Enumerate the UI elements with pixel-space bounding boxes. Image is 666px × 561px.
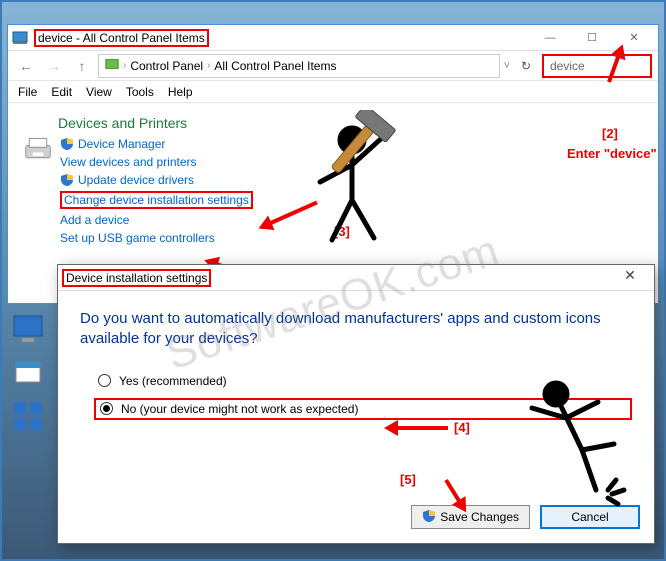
navigation-bar: ← → ↑ › Control Panel › All Control Pane… <box>8 51 658 81</box>
dialog-title: Device installation settings <box>62 269 211 287</box>
chevron-right-icon: › <box>207 60 210 71</box>
shield-icon <box>422 509 436 526</box>
menu-edit[interactable]: Edit <box>51 85 72 99</box>
dialog-titlebar: Device installation settings ✕ <box>58 265 654 291</box>
close-button[interactable]: ✕ <box>610 267 650 289</box>
search-value: device <box>550 59 585 73</box>
desktop-icon[interactable] <box>12 312 44 344</box>
link-label: Update device drivers <box>78 173 194 187</box>
chevron-right-icon: › <box>123 60 126 71</box>
explorer-body: Devices and Printers Device Manager View… <box>8 103 658 257</box>
link-label: Set up USB game controllers <box>60 231 215 245</box>
link-device-manager[interactable]: Device Manager <box>60 135 648 153</box>
cancel-button[interactable]: Cancel <box>540 505 640 529</box>
desktop-icon[interactable] <box>12 356 44 388</box>
radio-icon <box>98 374 111 387</box>
link-label: Add a device <box>60 213 129 227</box>
control-panel-window: device - All Control Panel Items — ☐ ✕ ←… <box>7 24 659 304</box>
link-change-install-settings[interactable]: Change device installation settings <box>60 189 648 211</box>
menu-view[interactable]: View <box>86 85 112 99</box>
breadcrumb[interactable]: › Control Panel › All Control Panel Item… <box>98 54 500 78</box>
radio-icon <box>100 402 113 415</box>
radio-label: Yes (recommended) <box>119 374 227 388</box>
desktop-icon[interactable] <box>12 400 44 432</box>
radio-no[interactable]: No (your device might not work as expect… <box>94 398 632 420</box>
breadcrumb-icon <box>105 57 119 74</box>
up-button[interactable]: ↑ <box>70 54 94 78</box>
button-label: Cancel <box>571 510 608 524</box>
back-button[interactable]: ← <box>14 54 38 78</box>
menu-tools[interactable]: Tools <box>126 85 154 99</box>
search-input[interactable]: device <box>542 54 652 78</box>
radio-label: No (your device might not work as expect… <box>121 402 358 416</box>
maximize-button[interactable]: ☐ <box>572 27 612 49</box>
refresh-button[interactable]: ↻ <box>514 59 538 73</box>
breadcrumb-seg-1[interactable]: Control Panel <box>130 59 203 73</box>
breadcrumb-seg-2[interactable]: All Control Panel Items <box>214 59 336 73</box>
menu-file[interactable]: File <box>18 85 37 99</box>
link-usb-controllers[interactable]: Set up USB game controllers <box>60 229 648 247</box>
link-label: Change device installation settings <box>60 191 253 209</box>
device-installation-dialog: Device installation settings ✕ Do you wa… <box>57 264 655 544</box>
devices-printers-icon <box>24 135 52 163</box>
link-add-device[interactable]: Add a device <box>60 211 648 229</box>
shield-icon <box>60 137 74 151</box>
radio-yes[interactable]: Yes (recommended) <box>98 374 632 388</box>
section-title: Devices and Printers <box>58 115 648 131</box>
button-label: Save Changes <box>440 510 519 524</box>
menubar: File Edit View Tools Help <box>8 81 658 103</box>
forward-button[interactable]: → <box>42 54 66 78</box>
shield-icon <box>60 173 74 187</box>
link-label: View devices and printers <box>60 155 197 169</box>
minimize-button[interactable]: — <box>530 27 570 49</box>
titlebar: device - All Control Panel Items — ☐ ✕ <box>8 25 658 51</box>
control-panel-icon <box>12 30 28 46</box>
link-update-drivers[interactable]: Update device drivers <box>60 171 648 189</box>
menu-help[interactable]: Help <box>168 85 193 99</box>
link-view-devices[interactable]: View devices and printers <box>60 153 648 171</box>
link-label: Device Manager <box>78 137 165 151</box>
desktop-icons <box>12 312 44 432</box>
window-title: device - All Control Panel Items <box>34 29 209 47</box>
dialog-question: Do you want to automatically download ma… <box>80 309 632 350</box>
breadcrumb-dropdown[interactable]: ˅ <box>504 60 510 72</box>
